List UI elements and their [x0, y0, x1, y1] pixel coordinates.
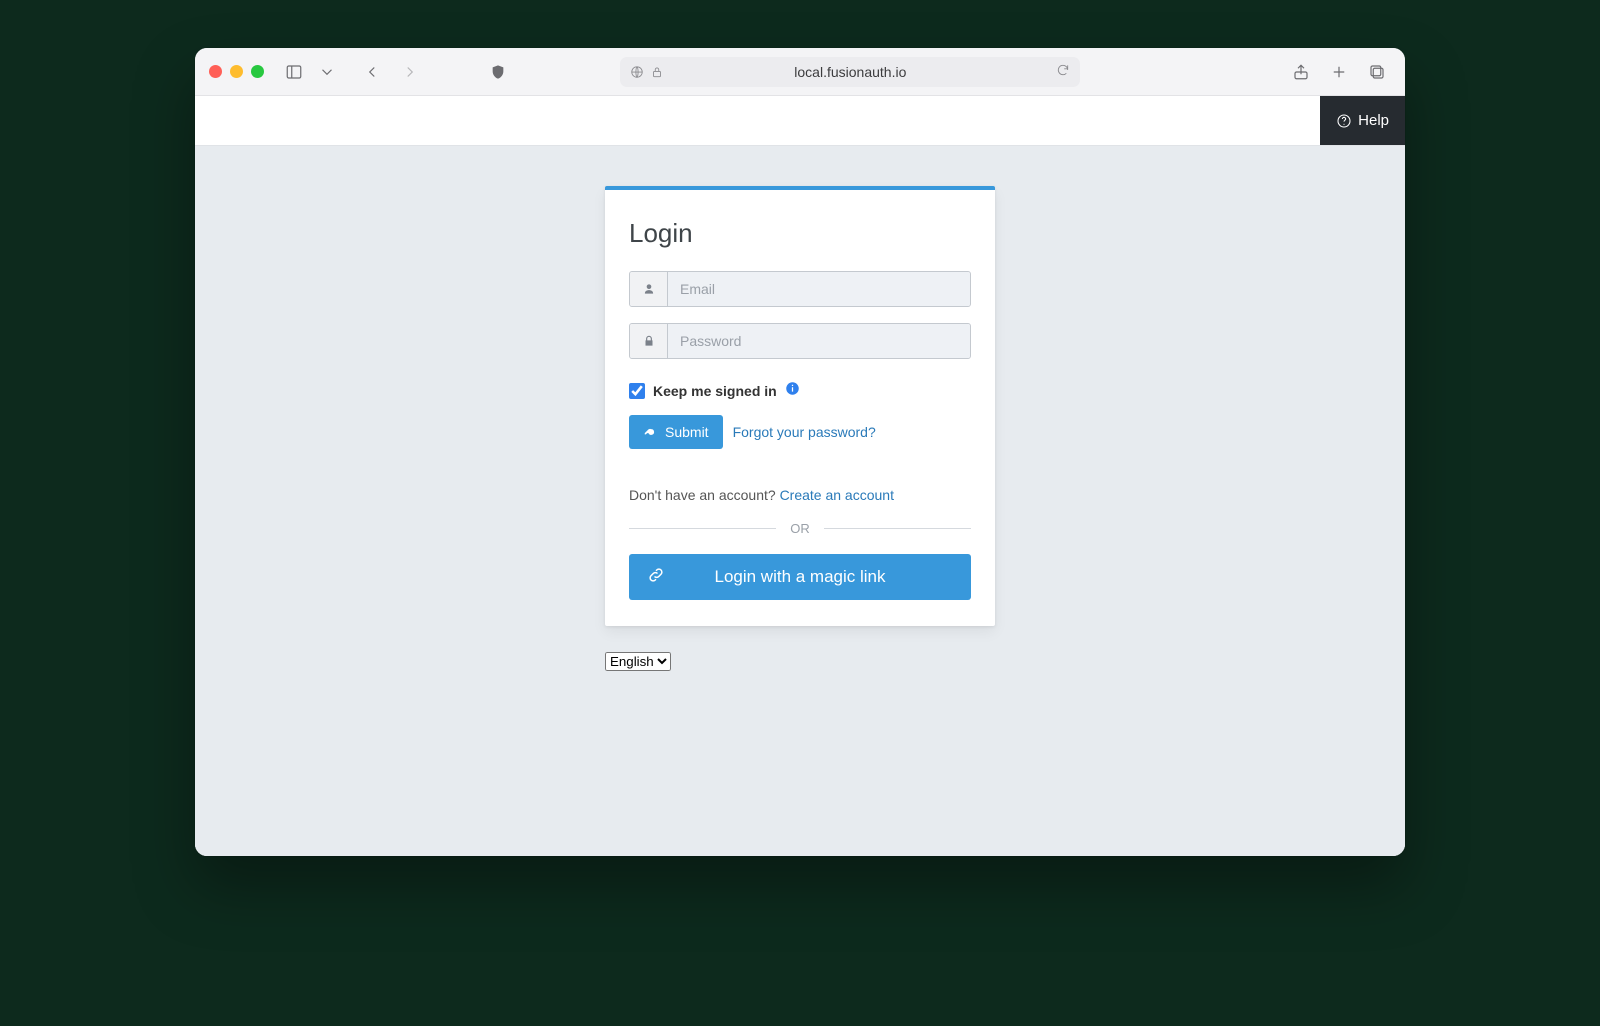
user-icon — [630, 272, 668, 306]
forgot-password-link[interactable]: Forgot your password? — [733, 424, 876, 440]
no-account-text: Don't have an account? — [629, 487, 780, 503]
help-button[interactable]: Help — [1320, 96, 1405, 145]
password-input[interactable] — [668, 324, 970, 358]
email-field-group — [629, 271, 971, 307]
page-content: Help Login — [195, 96, 1405, 856]
nav-forward-button[interactable] — [396, 58, 424, 86]
keep-signed-checkbox[interactable] — [629, 383, 645, 399]
tabs-overview-button[interactable] — [1363, 58, 1391, 86]
sidebar-toggle-button[interactable] — [280, 58, 308, 86]
email-input[interactable] — [668, 272, 970, 306]
login-canvas: Login Keep me signed in — [195, 146, 1405, 856]
help-icon — [1336, 113, 1352, 129]
magic-link-label: Login with a magic link — [714, 567, 885, 587]
magic-link-button[interactable]: Login with a magic link — [629, 554, 971, 600]
nav-back-button[interactable] — [358, 58, 386, 86]
help-label: Help — [1358, 112, 1389, 129]
window-controls — [209, 65, 264, 78]
app-topnav: Help — [195, 96, 1405, 146]
or-separator: OR — [629, 521, 971, 536]
browser-toolbar: local.fusionauth.io — [195, 48, 1405, 96]
language-selector: English — [605, 652, 671, 671]
tab-group-dropdown[interactable] — [318, 58, 336, 86]
create-account-row: Don't have an account? Create an account — [629, 487, 971, 503]
password-field-group — [629, 323, 971, 359]
login-panel: Login Keep me signed in — [605, 186, 995, 626]
language-select[interactable]: English — [605, 652, 671, 671]
or-label: OR — [790, 521, 810, 536]
reload-button[interactable] — [1056, 63, 1070, 80]
zoom-window-button[interactable] — [251, 65, 264, 78]
minimize-window-button[interactable] — [230, 65, 243, 78]
site-security-icon — [630, 65, 664, 79]
submit-label: Submit — [665, 424, 709, 440]
browser-window: local.fusionauth.io Help — [195, 48, 1405, 856]
address-text: local.fusionauth.io — [794, 64, 906, 80]
link-icon — [647, 566, 665, 589]
lock-icon — [650, 65, 664, 79]
privacy-shield-icon[interactable] — [484, 58, 512, 86]
keep-signed-label[interactable]: Keep me signed in — [653, 383, 777, 399]
address-bar[interactable]: local.fusionauth.io — [620, 57, 1080, 87]
submit-button[interactable]: Submit — [629, 415, 723, 449]
key-icon — [643, 425, 657, 439]
login-title: Login — [629, 218, 971, 249]
info-icon[interactable] — [785, 381, 800, 401]
lock-icon — [630, 324, 668, 358]
close-window-button[interactable] — [209, 65, 222, 78]
share-button[interactable] — [1287, 58, 1315, 86]
create-account-link[interactable]: Create an account — [780, 487, 894, 503]
new-tab-button[interactable] — [1325, 58, 1353, 86]
